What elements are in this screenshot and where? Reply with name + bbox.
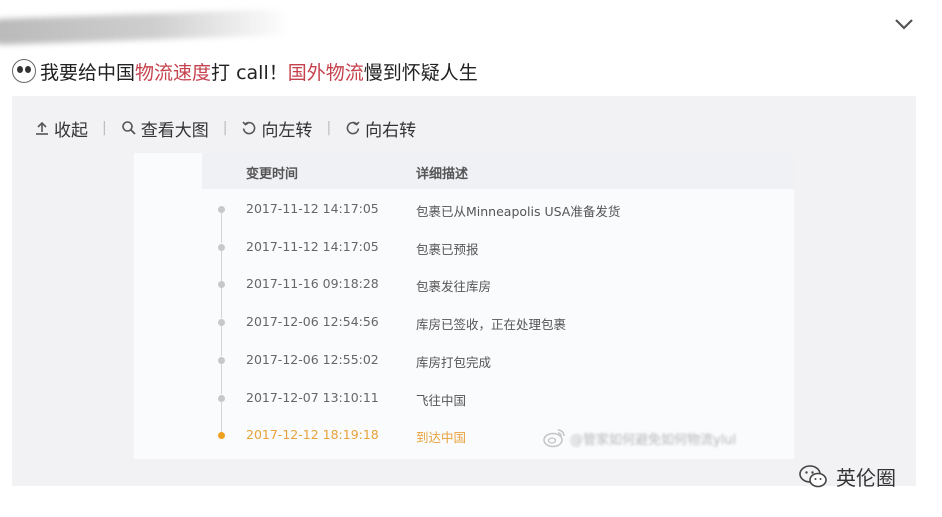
- brand-name: 英伦圈: [836, 466, 896, 490]
- event-description: 库房打包完成: [416, 355, 492, 370]
- timeline-dot: [218, 281, 225, 288]
- rotate-right-button[interactable]: 向右转: [345, 116, 416, 141]
- view-large-button[interactable]: 查看大图: [121, 116, 209, 141]
- toolbar-separator: |: [222, 120, 228, 136]
- timeline-dot: [218, 319, 225, 326]
- search-icon: [121, 121, 136, 135]
- event-time: 2017-11-12 14:17:05: [246, 201, 379, 216]
- tracking-row: 2017-12-06 12:54:56 库房已签收，正在处理包裹: [134, 310, 794, 334]
- rotate-left-label: 向左转: [261, 120, 313, 141]
- blurred-username: [0, 8, 291, 46]
- event-description: 包裹发往库房: [416, 279, 492, 294]
- tracking-row: 2017-12-06 12:55:02 库房打包完成: [134, 348, 794, 372]
- collapse-label: 收起: [54, 120, 88, 141]
- tracking-screenshot: 变更时间 详细描述 @管家如何避免如何物流ylul 2017-11-12 14:…: [134, 153, 794, 459]
- header-description: 详细描述: [416, 167, 469, 182]
- post-text-segment: 慢到怀疑人生: [363, 61, 478, 84]
- event-time: 2017-11-12 14:17:05: [246, 239, 379, 254]
- avatar[interactable]: [12, 59, 36, 83]
- image-toolbar: 收起 | 查看大图 | 向左转 | 向右转: [34, 116, 416, 141]
- event-description: 包裹已预报: [416, 242, 479, 257]
- table-header: 变更时间 详细描述: [202, 153, 794, 189]
- timeline-dot: [218, 395, 225, 402]
- event-time: 2017-11-16 09:18:28: [246, 276, 379, 291]
- chevron-down-icon[interactable]: [893, 15, 915, 33]
- tracking-row: 2017-12-12 18:19:18 到达中国: [134, 423, 794, 447]
- highlight-text: 物流速度: [135, 61, 212, 84]
- brand-mark: 英伦圈: [798, 462, 896, 491]
- timeline-dot: [218, 244, 225, 251]
- tracking-row: 2017-11-12 14:17:05 包裹已从Minneapolis USA准备…: [134, 197, 794, 221]
- upload-icon: [36, 121, 48, 135]
- collapse-button[interactable]: 收起: [34, 116, 88, 141]
- event-time: 2017-12-12 18:19:18: [246, 427, 379, 442]
- tracking-row: 2017-12-07 13:10:11 飞往中国: [134, 386, 794, 410]
- post-text: 我要给中国物流速度打 call！国外物流慢到怀疑人生: [12, 58, 478, 84]
- event-description: 飞往中国: [416, 393, 467, 408]
- image-panel: 收起 | 查看大图 | 向左转 | 向右转 变更时间 详细描述 @管家如何避免如…: [12, 96, 916, 486]
- timeline-dot: [218, 432, 225, 439]
- rotate-right-icon: [346, 121, 360, 135]
- view-large-label: 查看大图: [140, 120, 209, 141]
- post-text-segment: 打 call！: [211, 61, 288, 84]
- tracking-row: 2017-11-16 09:18:28 包裹发往库房: [134, 272, 794, 296]
- wechat-icon: [799, 464, 827, 487]
- event-time: 2017-12-06 12:54:56: [246, 314, 379, 329]
- timeline-dot: [218, 206, 225, 213]
- event-description: 到达中国: [416, 430, 467, 445]
- tracking-row: 2017-11-12 14:17:05 包裹已预报: [134, 235, 794, 259]
- rotate-left-icon: [242, 121, 256, 135]
- post-text-segment: 我要给中国: [40, 61, 136, 84]
- event-time: 2017-12-06 12:55:02: [246, 352, 379, 367]
- rotate-left-button[interactable]: 向左转: [241, 116, 312, 141]
- event-description: 包裹已从Minneapolis USA准备发货: [416, 204, 621, 219]
- rotate-right-label: 向右转: [365, 120, 417, 141]
- toolbar-separator: |: [102, 120, 107, 136]
- event-time: 2017-12-07 13:10:11: [246, 390, 379, 405]
- toolbar-separator: |: [326, 120, 332, 136]
- event-description: 库房已签收，正在处理包裹: [416, 317, 567, 332]
- timeline-dot: [218, 357, 225, 364]
- header-time: 变更时间: [246, 167, 299, 182]
- highlight-text: 国外物流: [287, 61, 364, 84]
